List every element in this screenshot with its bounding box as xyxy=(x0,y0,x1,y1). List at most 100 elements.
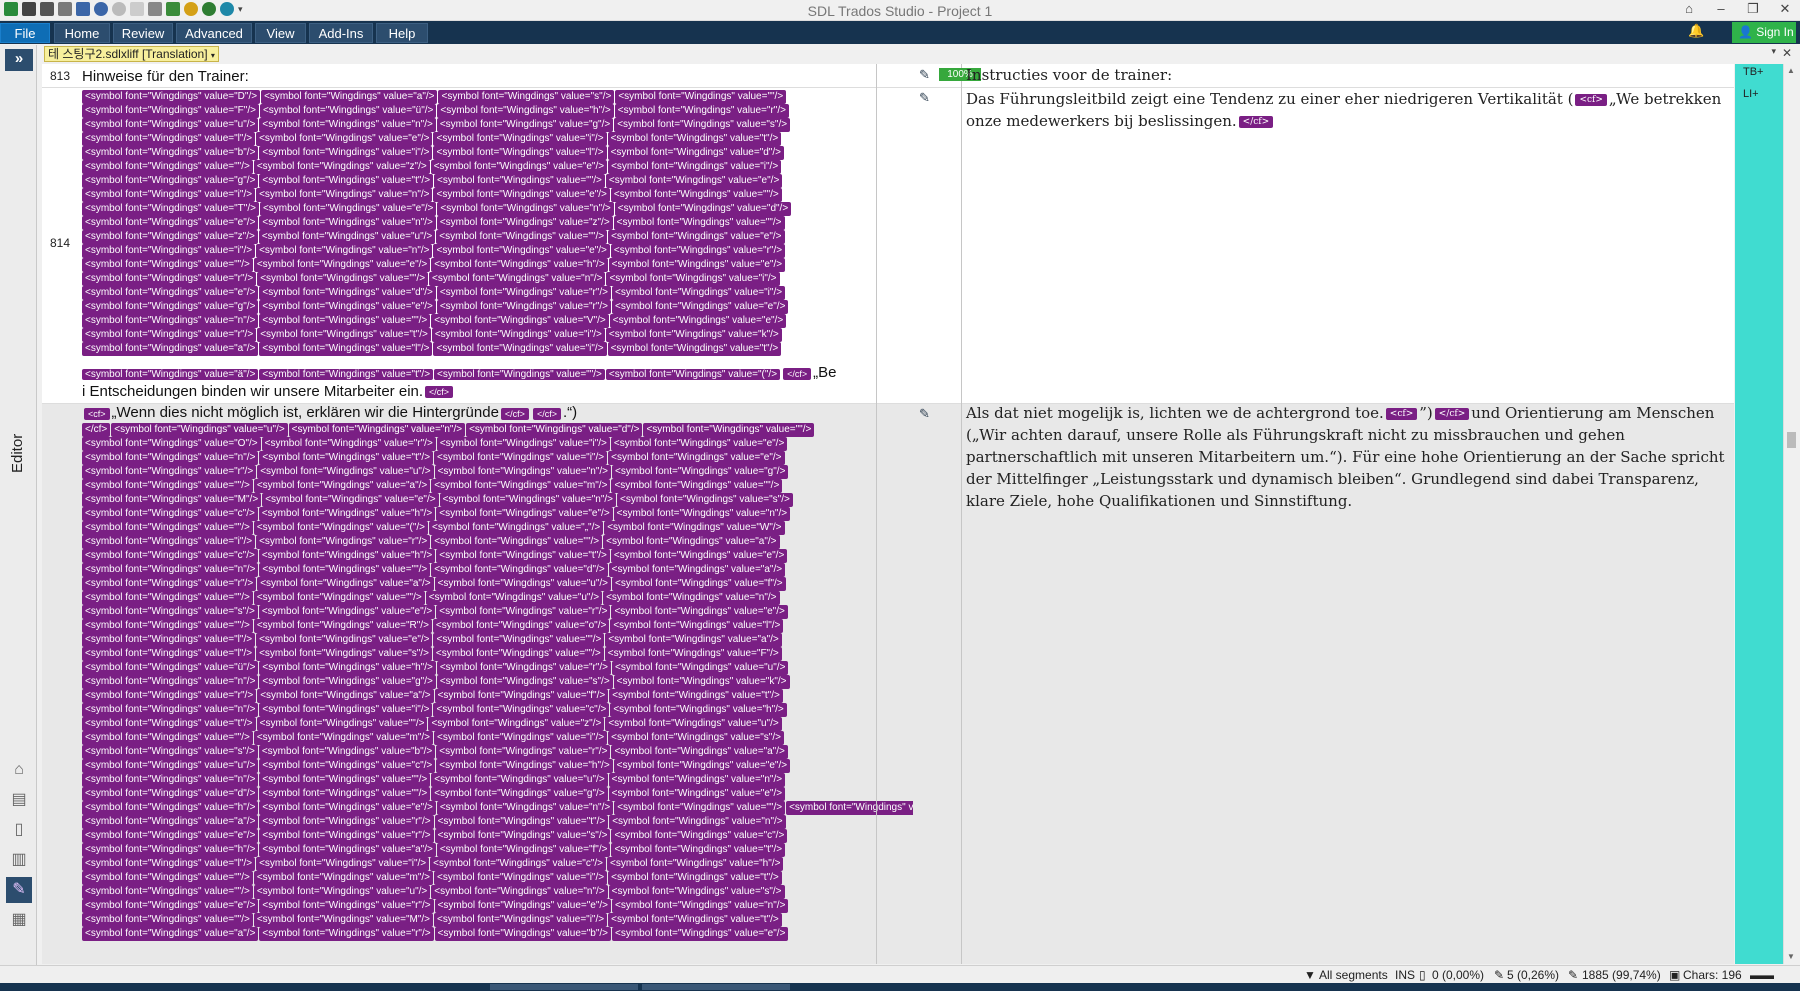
source-tag-line: <symbol font="Wingdings" value="ä"/> <sym… xyxy=(82,366,781,380)
symbol-tag: <symbol font="Wingdings" value="s"/> xyxy=(608,731,784,745)
li-label[interactable]: LI+ xyxy=(1743,88,1759,100)
editor-icon[interactable]: ✎ xyxy=(6,877,32,903)
symbol-tag: <symbol font="Wingdings" value="e"/> xyxy=(613,759,791,773)
symbol-tag: <symbol font="Wingdings" value="t"/> xyxy=(608,913,782,927)
source-text: „Wenn dies nicht möglich ist, erklären w… xyxy=(111,404,499,421)
vertical-scrollbar[interactable]: ▲ ▼ xyxy=(1783,64,1798,964)
symbol-tag: <symbol font="Wingdings" value=""/> xyxy=(431,535,603,549)
segment-row-814[interactable]: 814 <symbol font="Wingdings" value="D"/>… xyxy=(42,88,1734,404)
symbol-tag: <symbol font="Wingdings" value="d"/> xyxy=(466,423,643,437)
segment-row-active[interactable]: <cf> „Wenn dies nicht möglich ist, erklär… xyxy=(42,404,1734,964)
symbol-tag: <symbol font="Wingdings" value="n"/> xyxy=(82,451,259,465)
tag-line: <symbol font="Wingdings" value="T"/> <sym… xyxy=(82,202,913,216)
symbol-tag: <symbol font="Wingdings" value="t"/> xyxy=(259,369,434,380)
segment-row-813[interactable]: 813 Hinweise für den Trainer: ✎ 100% Ins… xyxy=(42,64,1734,88)
symbol-tag: <symbol font="Wingdings" value="e"/> xyxy=(608,451,785,465)
projects-icon[interactable]: ▤ xyxy=(6,787,32,813)
symbol-tag: <symbol font="Wingdings" value="s"/> xyxy=(434,829,611,843)
tag-line: <symbol font="Wingdings" value="u"/> <sym… xyxy=(82,118,913,132)
symbol-tag: <symbol font="Wingdings" value="r"/> xyxy=(436,300,611,314)
symbol-tag: <symbol font="Wingdings" value="r"/> xyxy=(82,577,257,591)
scroll-up-icon[interactable]: ▲ xyxy=(1787,66,1795,75)
document-tab-dropdown-icon[interactable]: ▾ xyxy=(211,51,215,60)
translation-memories-icon[interactable]: ▦ xyxy=(6,907,32,933)
tb-label[interactable]: TB+ xyxy=(1743,66,1763,78)
symbol-tag: <symbol font="Wingdings" value="h"/> xyxy=(82,801,259,815)
char-count: Chars: 196 xyxy=(1683,968,1742,982)
symbol-tag: <symbol font="Wingdings" value="e"/> xyxy=(256,633,433,647)
symbol-tag: <symbol font="Wingdings" value="r"/> xyxy=(82,328,257,342)
sidebar-label: Editor xyxy=(9,433,26,473)
close-button[interactable]: ✕ xyxy=(1776,1,1794,17)
tag-line: <symbol font="Wingdings" value="g"/> <sym… xyxy=(82,174,913,188)
sign-in-label: Sign In xyxy=(1756,25,1794,39)
symbol-tag: <symbol font="Wingdings" value="e"/> xyxy=(259,202,437,216)
home-icon[interactable]: ⌂ xyxy=(6,757,32,783)
minimize-button[interactable]: – xyxy=(1712,1,1730,17)
source-segment[interactable]: <symbol font="Wingdings" value="D"/> <sym… xyxy=(78,90,913,400)
symbol-tag: <symbol font="Wingdings" value="s"/> xyxy=(82,605,258,619)
document-tab[interactable]: 테 스팅구2.sdlxliff [Translation] ▾ xyxy=(44,46,219,62)
symbol-tag: <symbol font="Wingdings" value="e"/> xyxy=(609,314,787,328)
tag-line: <symbol font="Wingdings" value=""/> <symb… xyxy=(82,160,913,174)
tab-help[interactable]: Help xyxy=(376,23,428,43)
symbol-tag: <symbol font="Wingdings" value=""/> xyxy=(259,787,431,801)
segment-filter[interactable]: All segments xyxy=(1319,968,1388,982)
source-segment[interactable]: <cf> „Wenn dies nicht möglich ist, erklär… xyxy=(78,404,913,941)
tab-home[interactable]: Home xyxy=(54,23,110,43)
tab-view[interactable]: View xyxy=(255,23,306,43)
symbol-tag: <symbol font="Wingdings" value="c"/> xyxy=(259,759,436,773)
tab-file[interactable]: File xyxy=(0,23,50,43)
filter-icon[interactable]: ▼ xyxy=(1304,968,1316,982)
symbol-tag: <symbol font="Wingdings" value="f"/> xyxy=(612,577,786,591)
tab-review[interactable]: Review xyxy=(113,23,173,43)
tag-line: <symbol font="Wingdings" value="r"/> <sym… xyxy=(82,328,913,342)
symbol-tag: <symbol font="Wingdings" value="c"/> xyxy=(430,857,606,871)
symbol-tag: <symbol font="Wingdings" value="n"/> xyxy=(259,216,436,230)
restore-button[interactable]: ❐ xyxy=(1744,1,1762,17)
taskbar-item[interactable] xyxy=(642,984,790,990)
target-segment[interactable]: Instructies voor de trainer: xyxy=(962,64,1734,86)
symbol-tag: <symbol font="Wingdings" value="h"/> xyxy=(258,549,436,563)
symbol-tag: <symbol font="Wingdings" value="e"/> xyxy=(608,258,786,272)
symbol-tag: <symbol font="Wingdings" value="h"/> xyxy=(259,661,436,675)
symbol-tag: <symbol font="Wingdings" value="l"/> xyxy=(259,342,433,356)
source-segment[interactable]: Hinweise für den Trainer: xyxy=(78,68,913,85)
symbol-tag: <symbol font="Wingdings" value="u"/> xyxy=(82,759,259,773)
symbol-tag: <symbol font="Wingdings" value="e"/> xyxy=(612,927,789,941)
scroll-down-icon[interactable]: ▼ xyxy=(1787,952,1795,961)
target-segment[interactable]: Als dat niet mogelijk is, lichten we de … xyxy=(962,402,1734,512)
symbol-tag: <symbol font="Wingdings" value="e"/> xyxy=(610,549,788,563)
reports-icon[interactable]: ▥ xyxy=(6,847,32,873)
sign-in-button[interactable]: 👤 Sign In xyxy=(1732,22,1796,43)
symbol-tag: <symbol font="Wingdings" value="e"/> xyxy=(436,507,613,521)
tab-advanced[interactable]: Advanced xyxy=(176,23,252,43)
edit-status-icon: ✎ xyxy=(919,406,930,421)
files-icon[interactable]: ▯ xyxy=(6,817,32,843)
tag-line: <symbol font="Wingdings" value="g"/> <sym… xyxy=(82,300,913,314)
expand-button[interactable]: » xyxy=(5,49,33,71)
symbol-tag: <symbol font="Wingdings" value="n"/> xyxy=(434,465,611,479)
symbol-tag: <symbol font="Wingdings" value="e"/> xyxy=(82,216,259,230)
close-document-icon[interactable]: ✕ xyxy=(1782,46,1792,60)
symbol-tag: <symbol font="Wingdings" value=""/> xyxy=(82,885,253,899)
target-segment[interactable]: Das Führungsleitbild zeigt eine Tendenz … xyxy=(962,88,1734,132)
insert-mode: INS xyxy=(1395,968,1416,982)
symbol-tag: <symbol font="Wingdings" value="s"/> xyxy=(436,675,613,689)
scroll-thumb[interactable] xyxy=(1787,432,1796,448)
symbol-tag: <symbol font="Wingdings" value=""/> xyxy=(259,314,431,328)
symbol-tag: <symbol font="Wingdings" value="c"/> xyxy=(82,549,258,563)
symbol-tag: <symbol font="Wingdings" value="u"/> xyxy=(258,230,436,244)
tag-line: <symbol font="Wingdings" value="n"/> <sym… xyxy=(82,314,913,328)
notification-icon[interactable]: 🔔 xyxy=(1688,23,1704,39)
symbol-tag: <symbol font="Wingdings" value="e"/> xyxy=(608,230,785,244)
symbol-tag: <symbol font="Wingdings" value="("/> xyxy=(253,521,429,535)
cf-tag: </cf> xyxy=(425,386,454,399)
source-text: i Entscheidungen binden wir unsere Mitar… xyxy=(82,383,424,400)
tab-add-ins[interactable]: Add-Ins xyxy=(309,23,373,43)
taskbar-item[interactable] xyxy=(490,984,638,990)
tab-menu-icon[interactable]: ▾ xyxy=(1771,46,1776,57)
symbol-tag: <symbol font="Wingdings" value="t"/> xyxy=(259,174,434,188)
home-icon[interactable]: ⌂ xyxy=(1680,1,1698,17)
symbol-tag: <symbol font="Wingdings" value="e"/> xyxy=(610,437,788,451)
